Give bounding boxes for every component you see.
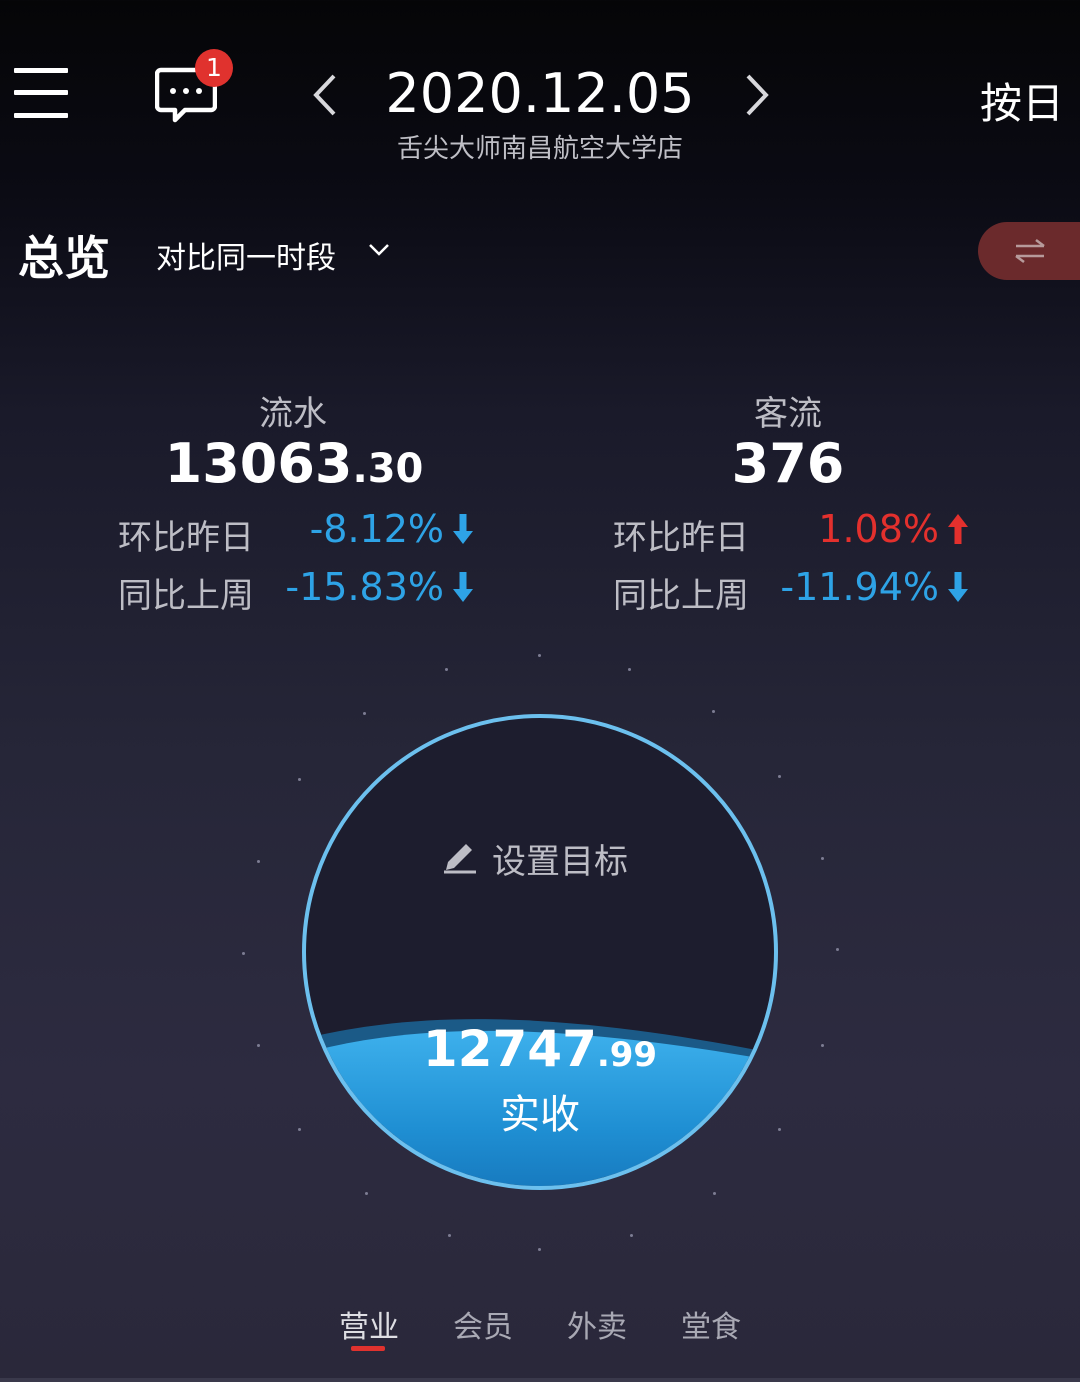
flow-value-int: 13063 (164, 432, 353, 495)
decor-dot (821, 857, 824, 860)
next-date-arrow-icon[interactable] (740, 72, 774, 118)
compare-period-select[interactable]: 对比同一时段 (156, 233, 336, 277)
arrow-down-icon (452, 512, 474, 546)
flow-value: 13063.30 (94, 432, 494, 495)
flow-dod-value: -8.12% (309, 507, 444, 551)
date-title[interactable]: 2020.12.05 (340, 62, 740, 125)
decor-dot (538, 1248, 541, 1251)
chevron-down-icon[interactable] (368, 242, 390, 258)
decor-dot (630, 1234, 633, 1237)
arrow-down-icon (452, 570, 474, 604)
traffic-label: 客流 (754, 394, 822, 434)
tab-members[interactable]: 会员 (453, 1302, 513, 1346)
traffic-wow-value: -11.94% (780, 565, 939, 609)
decor-dot (257, 1044, 260, 1047)
decor-dot (628, 668, 631, 671)
flow-label: 流水 (259, 394, 327, 434)
active-tab-indicator (351, 1346, 385, 1351)
bottom-divider (0, 1378, 1080, 1382)
overview-title: 总览 (18, 231, 110, 285)
actual-revenue-value: 12747.99 (340, 1020, 740, 1078)
actual-revenue-int: 12747 (422, 1020, 597, 1078)
arrow-up-icon (947, 512, 969, 546)
decor-dot (821, 1044, 824, 1047)
decor-dot (538, 654, 541, 657)
menu-icon[interactable] (14, 68, 68, 120)
actual-revenue-label: 实收 (500, 1092, 580, 1138)
prev-date-arrow-icon[interactable] (308, 72, 342, 118)
arrow-down-icon (947, 570, 969, 604)
decor-dot (242, 952, 245, 955)
decor-dot (448, 1234, 451, 1237)
traffic-wow-label: 同比上周 (613, 576, 749, 616)
actual-revenue-dec: .99 (596, 1035, 658, 1075)
decor-dot (445, 668, 448, 671)
flow-value-dec: .30 (352, 446, 424, 492)
period-mode-button[interactable]: 按日 (980, 70, 1064, 131)
decor-dot (836, 948, 839, 951)
tab-dine-in[interactable]: 堂食 (681, 1302, 741, 1346)
decor-dot (257, 860, 260, 863)
flow-wow-value: -15.83% (285, 565, 444, 609)
set-target-button[interactable]: 设置目标 (492, 834, 628, 883)
edit-pencil-icon[interactable] (440, 836, 478, 874)
traffic-value: 376 (731, 432, 845, 495)
traffic-dod-label: 环比昨日 (613, 518, 749, 558)
message-count-badge: 1 (195, 49, 233, 87)
traffic-dod-value: 1.08% (818, 507, 939, 551)
flow-dod-label: 环比昨日 (118, 518, 254, 558)
store-name: 舌尖大师南昌航空大学店 (396, 134, 683, 164)
swap-icon (1014, 238, 1046, 264)
tab-business[interactable]: 营业 (339, 1302, 399, 1346)
tab-delivery[interactable]: 外卖 (567, 1302, 627, 1346)
flow-wow-label: 同比上周 (118, 576, 254, 616)
